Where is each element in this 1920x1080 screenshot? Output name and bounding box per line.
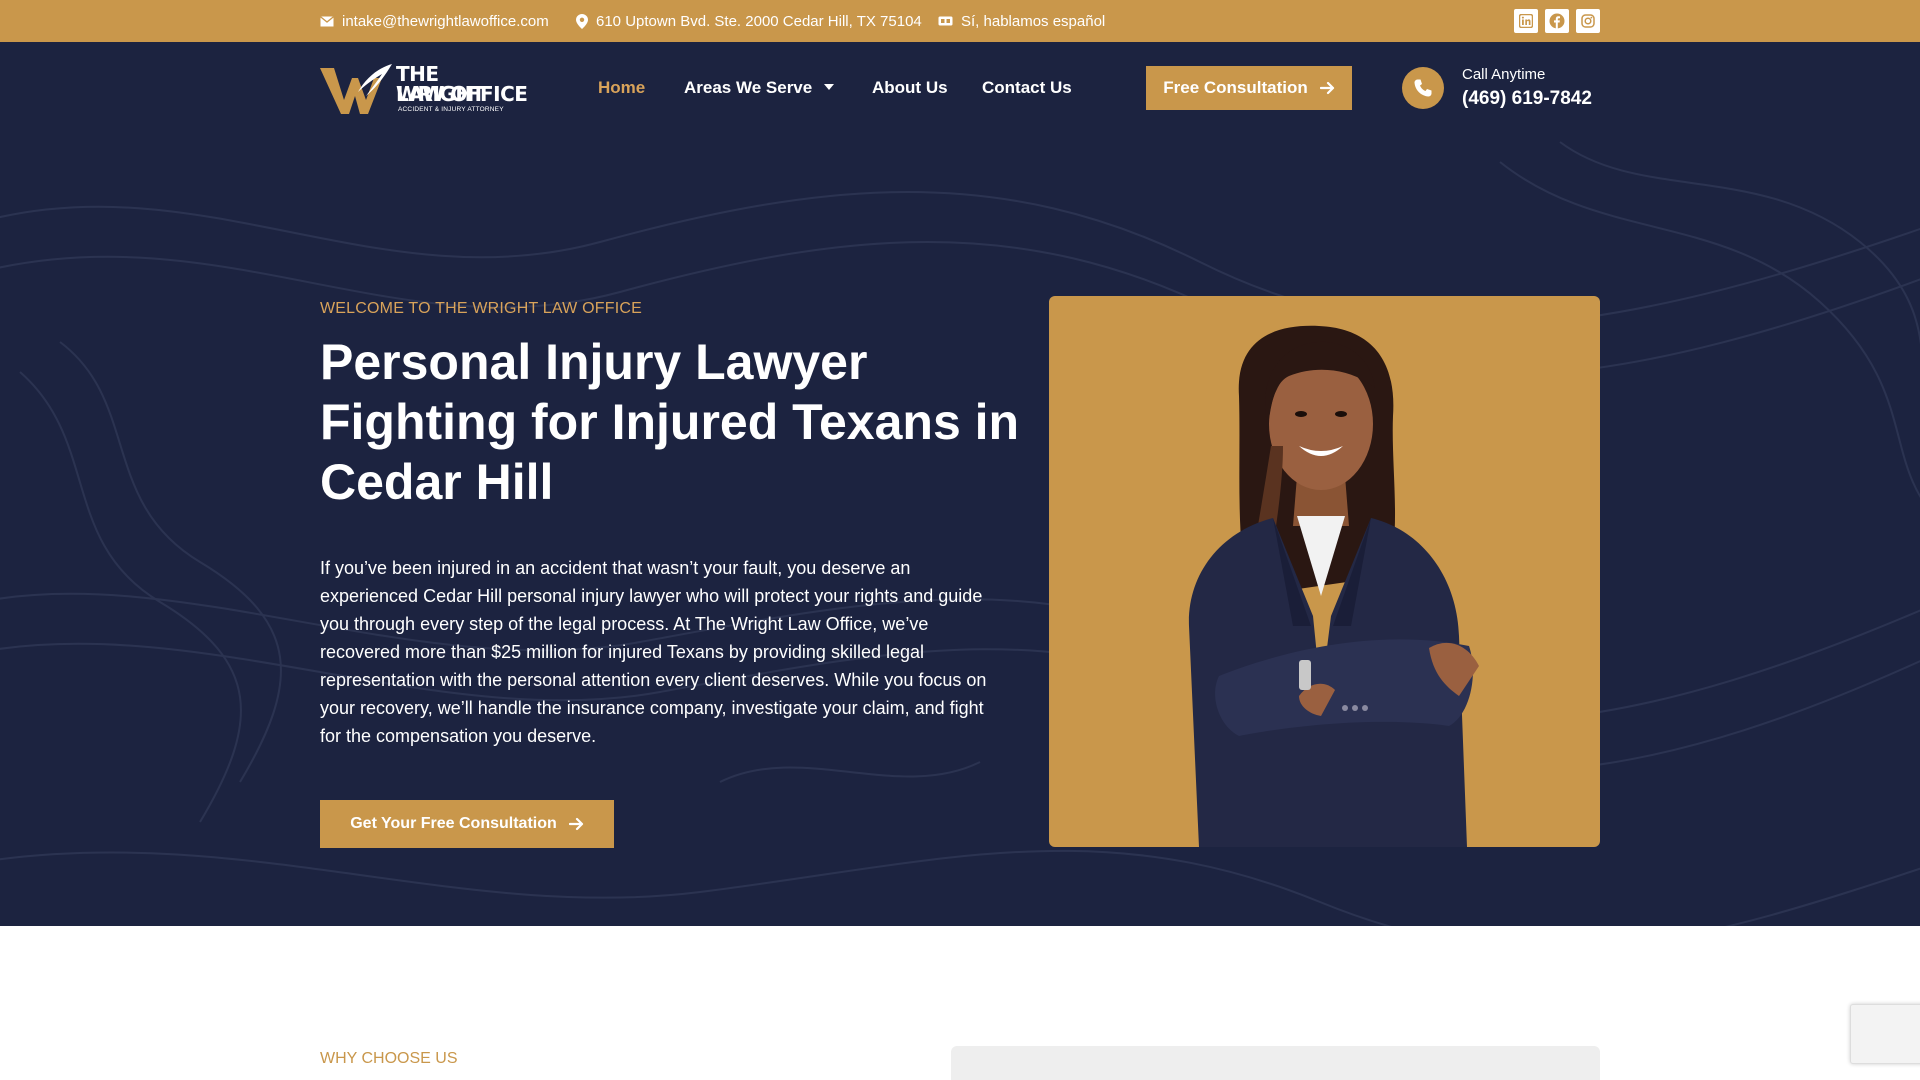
email-link[interactable]: intake@thewrightlawoffice.com	[320, 0, 549, 42]
feature-card	[951, 1046, 1600, 1080]
free-consultation-hero-button[interactable]: Get Your Free Consultation	[320, 800, 614, 848]
why-choose-us-section: WHY CHOOSE US	[0, 926, 1920, 1080]
hero-eyebrow: WELCOME TO THE WRIGHT LAW OFFICE	[320, 300, 642, 317]
attorney-portrait	[1188, 325, 1479, 847]
hero-section: WELCOME TO THE WRIGHT LAW OFFICE Persona…	[0, 42, 1920, 926]
facebook-icon[interactable]	[1545, 9, 1569, 33]
logo-tagline: ACCIDENT & INJURY ATTORNEY	[398, 106, 504, 113]
call-anytime-label: Call Anytime	[1462, 66, 1546, 83]
phone-number-link[interactable]: (469) 619-7842	[1462, 88, 1592, 110]
hero-title: Personal Injury Lawyer Fighting for Inju…	[320, 334, 1020, 510]
nav-item-contact-us[interactable]: Contact Us	[982, 78, 1072, 98]
hero-cta-label: Get Your Free Consultation	[350, 815, 557, 832]
arrow-right-icon	[1319, 81, 1334, 95]
logo-w-mark	[320, 64, 392, 114]
social-links	[1514, 9, 1600, 33]
chevron-down-icon	[824, 83, 835, 90]
address-text: 610 Uptown Bvd. Ste. 2000 Cedar Hill, TX…	[596, 12, 922, 30]
phone-icon[interactable]	[1402, 67, 1444, 109]
linkedin-icon[interactable]	[1514, 9, 1538, 33]
free-consultation-label: Free Consultation	[1163, 78, 1308, 97]
arrow-right-icon	[568, 817, 583, 831]
logo-line-2: LAW OFFICE	[396, 82, 528, 106]
language-note: Sí, hablamos español	[938, 0, 1105, 42]
envelope-icon	[320, 15, 334, 26]
language-icon	[938, 16, 953, 26]
recaptcha-badge[interactable]	[1850, 1004, 1920, 1064]
site-header: THE WRIGHT LAW OFFICE ACCIDENT & INJURY …	[0, 42, 1920, 134]
site-logo[interactable]: THE WRIGHT LAW OFFICE ACCIDENT & INJURY …	[320, 60, 530, 116]
language-text: Sí, hablamos español	[961, 12, 1106, 30]
address-link[interactable]: 610 Uptown Bvd. Ste. 2000 Cedar Hill, TX…	[576, 0, 922, 42]
hero-body: If you’ve been injured in an accident th…	[320, 558, 987, 746]
map-pin-icon	[576, 13, 588, 29]
nav-item-home[interactable]: Home	[598, 78, 645, 98]
why-choose-us-eyebrow: WHY CHOOSE US	[320, 1050, 458, 1067]
top-info-bar: intake@thewrightlawoffice.com 610 Uptown…	[0, 0, 1920, 42]
instagram-icon[interactable]	[1576, 9, 1600, 33]
nav-item-areas-label: Areas We Serve	[684, 78, 813, 97]
nav-item-about-us[interactable]: About Us	[872, 78, 948, 98]
attorney-photo	[1049, 296, 1600, 847]
nav-item-areas-we-serve[interactable]: Areas We Serve	[684, 78, 835, 98]
free-consultation-button[interactable]: Free Consultation	[1146, 66, 1352, 110]
email-text: intake@thewrightlawoffice.com	[342, 12, 549, 30]
